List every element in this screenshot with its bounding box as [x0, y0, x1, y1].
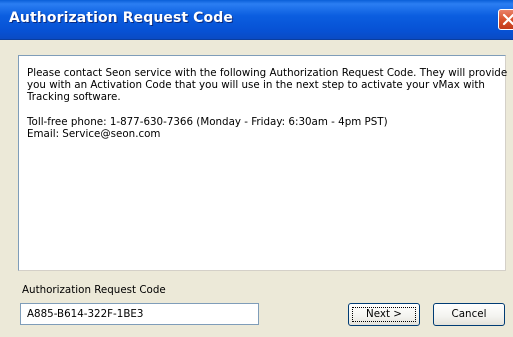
message-line-3: Tracking software.	[27, 91, 121, 103]
cancel-button[interactable]: Cancel	[433, 303, 505, 326]
message-line-1: Please contact Seon service with the fol…	[27, 67, 508, 79]
authorization-code-field[interactable]	[20, 303, 259, 325]
instruction-message: Please contact Seon service with the fol…	[27, 67, 508, 103]
phone-text: Toll-free phone: 1-877-630-7366 (Monday …	[27, 116, 388, 128]
contact-info: Toll-free phone: 1-877-630-7366 (Monday …	[27, 116, 388, 140]
info-panel: Please contact Seon service with the fol…	[18, 55, 508, 271]
close-icon	[502, 13, 513, 26]
next-button-label: Next >	[366, 308, 402, 320]
authorization-dialog: Authorization Request Code Please contac…	[0, 0, 513, 337]
title-bar[interactable]: Authorization Request Code	[0, 0, 513, 40]
message-line-2: you with an Activation Code that you wil…	[27, 79, 485, 91]
code-label: Authorization Request Code	[22, 284, 166, 296]
next-button[interactable]: Next >	[348, 303, 420, 326]
window-title: Authorization Request Code	[9, 10, 233, 26]
email-text: Email: Service@seon.com	[27, 128, 161, 140]
close-button[interactable]	[498, 9, 513, 30]
